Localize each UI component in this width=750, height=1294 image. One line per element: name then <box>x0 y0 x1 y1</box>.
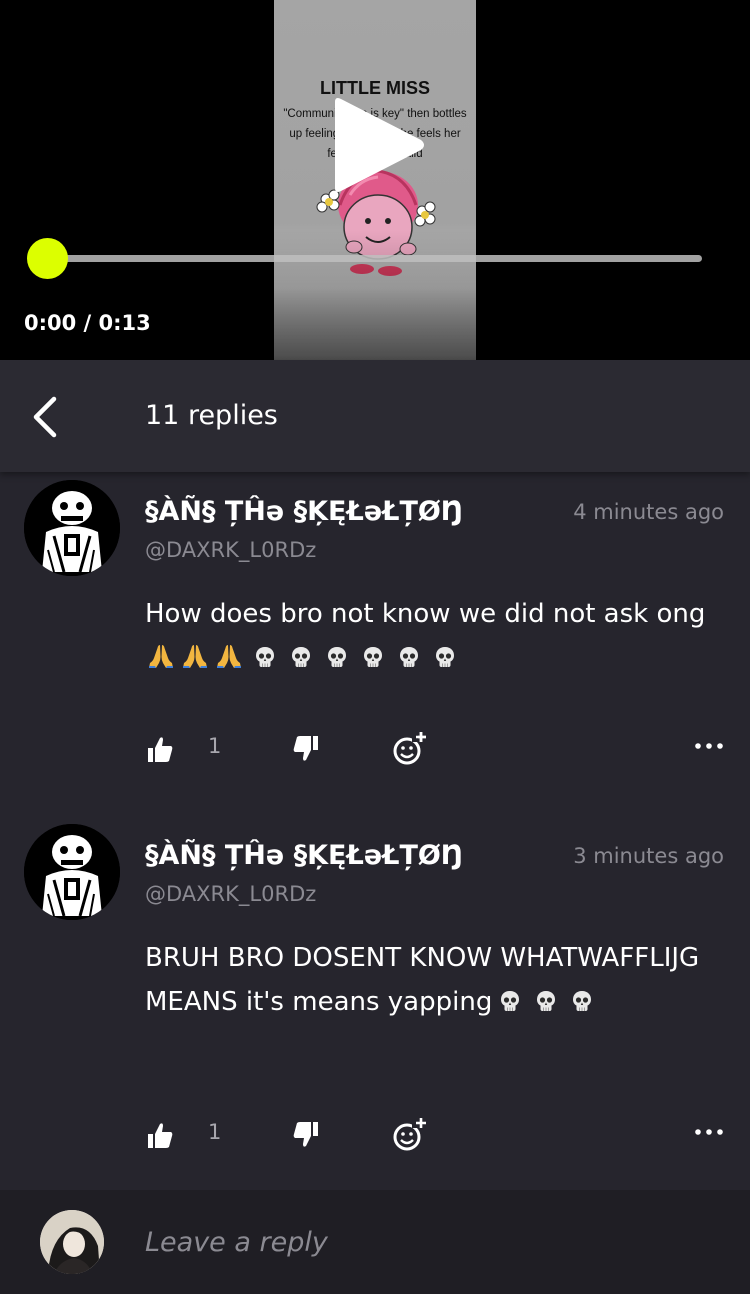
video-time-display: 0:00 / 0:13 <box>24 311 151 335</box>
pray-emoji-icon <box>217 645 241 668</box>
reply-username[interactable]: §ÀÑ§ ȚĤә §ĶĘŁәŁȚØŊ <box>145 840 463 871</box>
reply-handle: @DAXRK_L0RDz <box>145 882 317 906</box>
chevron-left-icon[interactable] <box>22 390 66 444</box>
reply-item: §ÀÑ§ ȚĤә §ĶĘŁәŁȚØŊ 4 minutes ago @DAXRK_… <box>0 472 750 812</box>
skeleton-avatar-image <box>24 824 120 920</box>
replies-list[interactable]: §ÀÑ§ ȚĤә §ĶĘŁәŁȚØŊ 4 minutes ago @DAXRK_… <box>0 472 750 1190</box>
more-options-icon[interactable] <box>694 730 724 770</box>
skull-emoji-icon <box>573 991 592 1011</box>
more-options-icon[interactable] <box>694 1116 724 1156</box>
replies-count-title: 11 replies <box>145 400 278 431</box>
like-count: 1 <box>208 734 222 758</box>
reply-handle: @DAXRK_L0RDz <box>145 538 317 562</box>
like-count: 1 <box>208 1120 222 1144</box>
play-icon[interactable] <box>327 96 427 194</box>
video-progress-bar[interactable] <box>48 255 702 262</box>
skull-emoji-icon <box>436 647 454 667</box>
reply-item: §ÀÑ§ ȚĤә §ĶĘŁәŁȚØŊ 3 minutes ago @DAXRK_… <box>0 816 750 1190</box>
skull-emoji-icon <box>400 647 418 667</box>
reply-timestamp: 3 minutes ago <box>573 844 724 868</box>
reply-text-main: How does bro not know we did not ask ong <box>145 599 706 629</box>
reply-emoji-row <box>145 643 463 673</box>
pray-emoji-icon <box>183 645 207 668</box>
skull-emoji-icon <box>537 991 556 1011</box>
skull-emoji-icon <box>292 647 310 667</box>
thumbs-up-icon[interactable] <box>146 730 174 770</box>
avatar[interactable] <box>24 824 120 920</box>
reply-emoji-row <box>492 987 600 1017</box>
reply-timestamp: 4 minutes ago <box>573 500 724 524</box>
thumbs-up-icon[interactable] <box>146 1116 174 1156</box>
thumbs-down-icon[interactable] <box>292 1116 320 1156</box>
skull-emoji-icon <box>501 991 520 1011</box>
thumbnail-shade <box>274 230 476 360</box>
pray-emoji-icon <box>149 645 173 668</box>
reply-composer <box>0 1190 750 1294</box>
reply-actions: 1 <box>0 730 750 770</box>
thumbs-down-icon[interactable] <box>292 730 320 770</box>
skull-emoji-icon <box>328 647 346 667</box>
reply-actions: 1 <box>0 1116 750 1156</box>
reply-input[interactable] <box>145 1218 705 1266</box>
reply-username[interactable]: §ÀÑ§ ȚĤә §ĶĘŁәŁȚØŊ <box>145 496 463 527</box>
reply-text: BRUH BRO DOSENT KNOW WHATWAFFLIJG MEANS … <box>145 936 725 1024</box>
add-reaction-icon[interactable] <box>392 1116 428 1156</box>
user-avatar-image <box>40 1210 104 1274</box>
reply-text-main: BRUH BRO DOSENT KNOW WHATWAFFLIJG MEANS … <box>145 943 700 1017</box>
skull-emoji-icon <box>364 647 382 667</box>
skull-emoji-icon <box>256 647 274 667</box>
video-player[interactable]: LITTLE MISS "Communication is key" then … <box>0 0 750 360</box>
current-user-avatar[interactable] <box>40 1210 104 1274</box>
replies-header: 11 replies <box>0 360 750 472</box>
reply-text: How does bro not know we did not ask ong <box>145 592 725 680</box>
skeleton-avatar-image <box>24 480 120 576</box>
add-reaction-icon[interactable] <box>392 730 428 770</box>
avatar[interactable] <box>24 480 120 576</box>
video-scrubber-handle[interactable] <box>27 238 68 279</box>
